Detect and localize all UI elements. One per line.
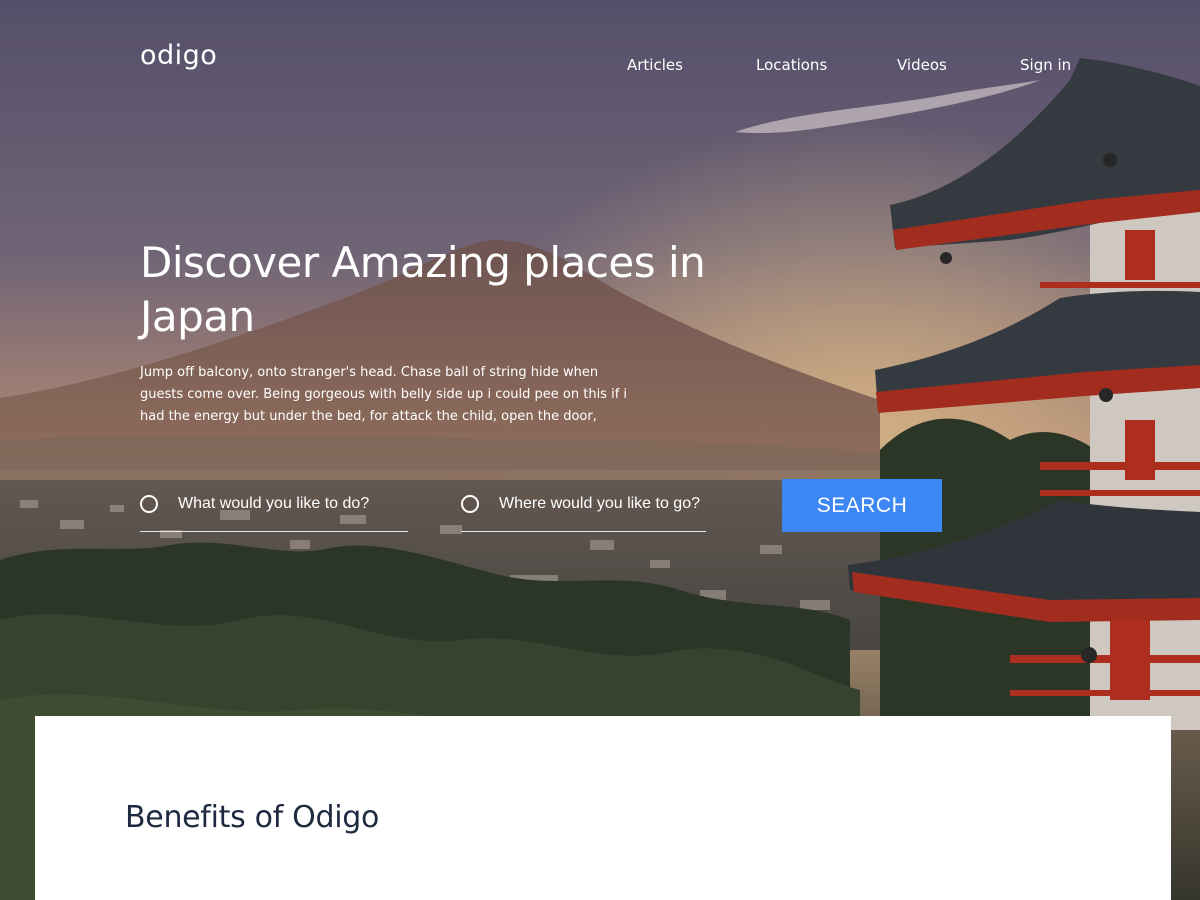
location-search-placeholder: Where would you like to go?	[499, 494, 700, 512]
nav-link-locations[interactable]: Locations	[756, 56, 827, 74]
nav-link-articles[interactable]: Articles	[627, 56, 683, 74]
location-search-field[interactable]: Where would you like to go?	[461, 476, 706, 532]
activity-search-field[interactable]: What would you like to do?	[140, 476, 408, 532]
radio-circle-icon	[140, 494, 158, 513]
search-button[interactable]: SEARCH	[782, 479, 942, 532]
radio-circle-icon	[461, 494, 479, 513]
nav-link-sign-in[interactable]: Sign in	[1020, 56, 1071, 74]
benefits-panel: Benefits of Odigo	[35, 716, 1171, 900]
hero-description: Jump off balcony, onto stranger's head. …	[140, 365, 628, 424]
nav-link-videos[interactable]: Videos	[897, 56, 947, 74]
benefits-title: Benefits of Odigo	[125, 800, 380, 835]
hero-title: Discover Amazing places in Japan	[140, 238, 706, 341]
activity-search-placeholder: What would you like to do?	[178, 494, 370, 512]
odigo-logo[interactable]: odigo	[140, 40, 217, 71]
